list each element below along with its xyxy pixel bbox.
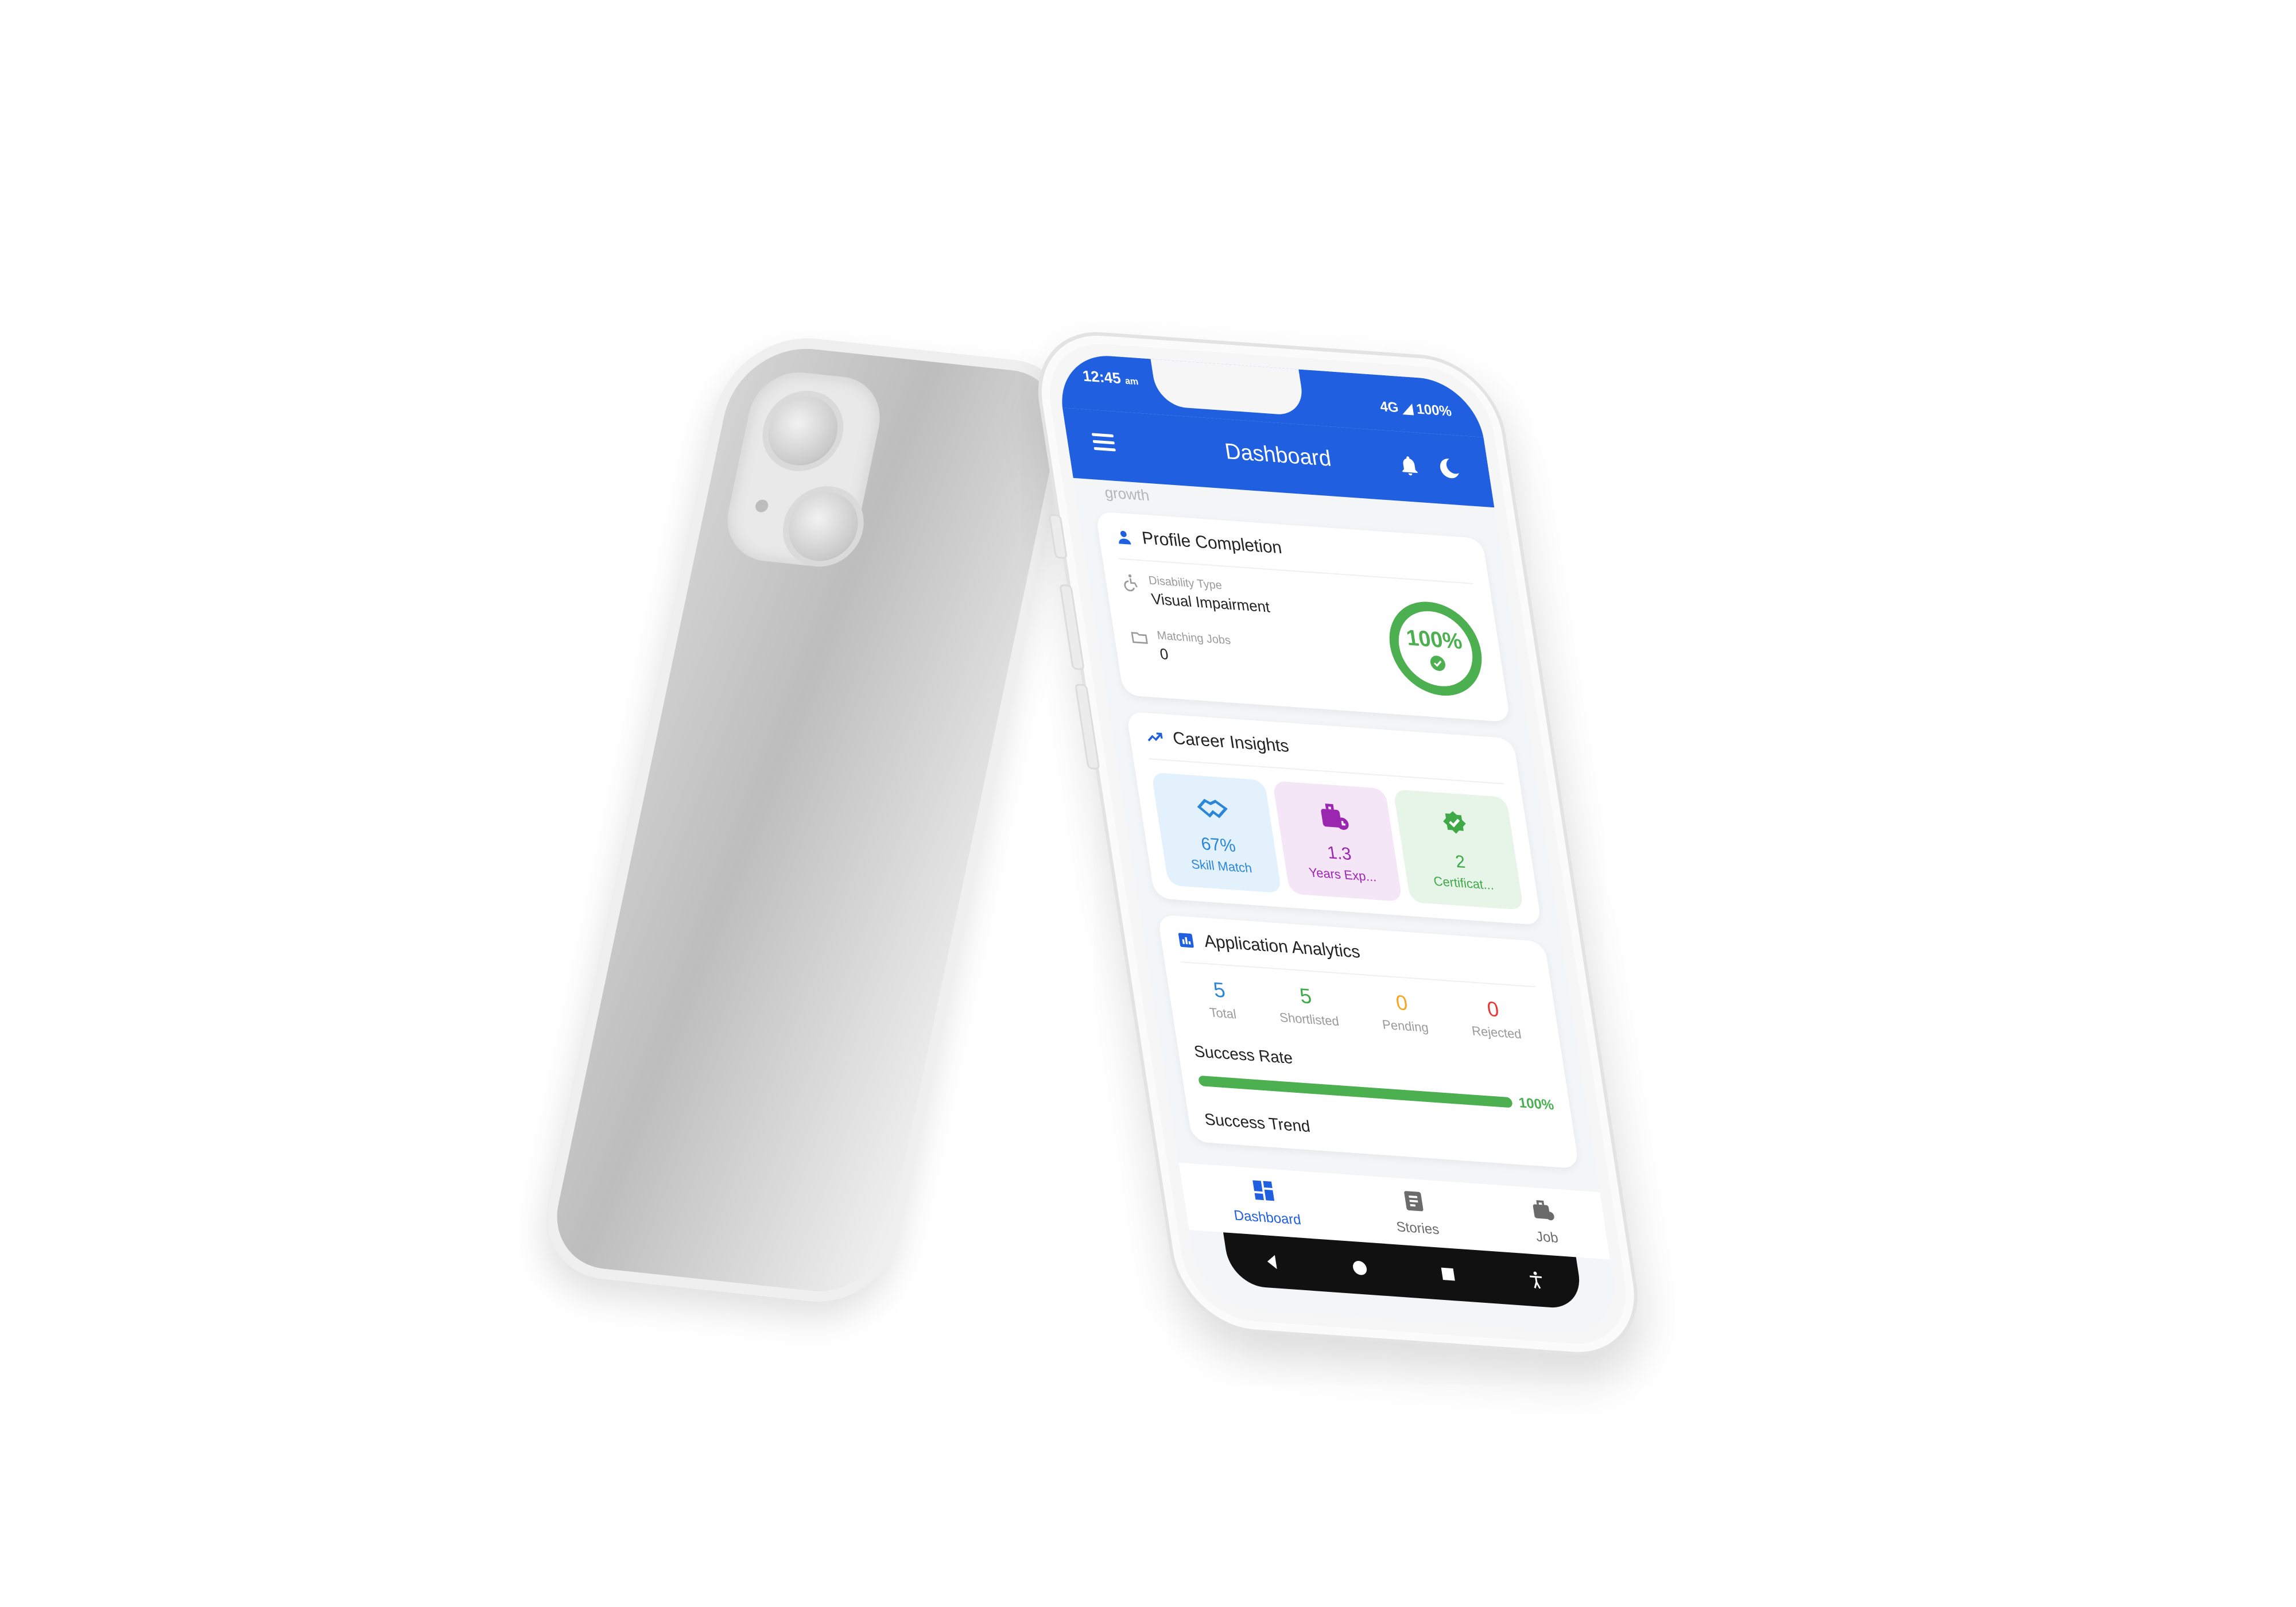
insights-grid: 67% Skill Match 1.3 Years Exp... 2 Certificat… (1151, 772, 1524, 910)
stories-icon (1404, 1191, 1424, 1212)
stat-label: Rejected (1471, 1023, 1523, 1042)
success-rate-percent: 100% (1517, 1094, 1556, 1113)
disability-row: Disability Type Visual Impairment (1120, 572, 1271, 616)
stat-value: 0 (1485, 996, 1501, 1022)
status-time-value: 12:45 (1081, 367, 1122, 387)
stat-label: Pending (1381, 1017, 1430, 1035)
success-rate-bar (1197, 1075, 1513, 1108)
profile-completion-card[interactable]: Profile Completion Disability Type Visua… (1095, 511, 1511, 723)
success-rate-fill (1197, 1075, 1513, 1108)
success-trend-label: Success Trend (1203, 1109, 1312, 1136)
insight-label: Skill Match (1190, 856, 1253, 876)
recents-icon[interactable] (1436, 1263, 1460, 1285)
profile-details: Disability Type Visual Impairment Matchi… (1120, 572, 1283, 692)
matching-jobs-label: Matching Jobs (1156, 629, 1232, 647)
stat-item: 0 Pending (1377, 989, 1430, 1035)
front-phone: 12:45 am 4G ◢ 100% Dashboard growth Prof… (1027, 327, 1649, 1361)
analytics-card-title: Application Analytics (1203, 931, 1362, 962)
back-icon[interactable] (1259, 1251, 1283, 1273)
job-icon (1533, 1200, 1554, 1221)
accessibility-shortcut-icon[interactable] (1524, 1269, 1548, 1291)
handshake-icon (1197, 798, 1228, 818)
insight-value: 67% (1200, 834, 1237, 856)
matching-jobs-value: 0 (1158, 645, 1170, 663)
status-time-suffix: am (1124, 376, 1139, 387)
nav-label: Dashboard (1232, 1207, 1302, 1228)
person-icon (1119, 530, 1131, 545)
insight-tile[interactable]: 67% Skill Match (1151, 772, 1282, 894)
insight-label: Years Exp... (1308, 865, 1378, 884)
moon-icon[interactable] (1436, 456, 1462, 481)
completion-percent: 100% (1405, 626, 1464, 654)
nav-label: Job (1534, 1228, 1560, 1247)
nav-item-stories[interactable]: Stories (1390, 1187, 1440, 1239)
insight-tile[interactable]: 1.3 Years Exp... (1272, 781, 1403, 902)
stat-value: 5 (1212, 977, 1227, 1003)
flash-icon (754, 499, 770, 513)
bar-chart-icon (1178, 933, 1194, 948)
nav-item-job[interactable]: Job (1529, 1197, 1561, 1247)
back-phone (534, 330, 1082, 1309)
home-icon[interactable] (1348, 1257, 1371, 1279)
briefcase-clock-icon (1321, 804, 1349, 830)
nav-label: Stories (1395, 1218, 1441, 1238)
phone-screen: 12:45 am 4G ◢ 100% Dashboard growth Prof… (1053, 352, 1622, 1336)
page-title: Dashboard (1223, 439, 1333, 472)
insight-label: Certificat... (1432, 874, 1495, 893)
stat-item: 5 Shortlisted (1274, 982, 1340, 1030)
nav-item-dashboard[interactable]: Dashboard (1228, 1175, 1302, 1229)
stat-value: 5 (1298, 983, 1313, 1008)
stat-item: 0 Rejected (1467, 995, 1523, 1042)
status-indicators: 4G ◢ 100% (1379, 398, 1453, 420)
verified-badge-icon (1442, 811, 1466, 834)
profile-card-title: Profile Completion (1141, 528, 1283, 558)
folder-icon (1131, 632, 1148, 644)
camera-lens-icon (755, 386, 851, 475)
completion-ring: 100% (1389, 601, 1482, 696)
insight-tile[interactable]: 2 Certificat... (1393, 789, 1524, 910)
stat-label: Shortlisted (1278, 1010, 1340, 1029)
application-analytics-card[interactable]: Application Analytics 5 Total 5 Shortlisted… (1157, 914, 1580, 1169)
analytics-stats: 5 Total 5 Shortlisted 0 Pending 0 Rejected (1182, 975, 1544, 1043)
stat-label: Total (1208, 1005, 1238, 1022)
insights-card-title: Career Insights (1171, 728, 1290, 756)
stat-value: 0 (1394, 990, 1410, 1015)
matching-jobs-row: Matching Jobs 0 (1129, 627, 1280, 671)
status-time: 12:45 am (1081, 367, 1139, 389)
stat-item: 5 Total (1204, 977, 1238, 1022)
profile-body: Disability Type Visual Impairment Matchi… (1120, 572, 1492, 707)
bell-icon[interactable] (1396, 452, 1423, 479)
dashboard-icon (1252, 1180, 1274, 1201)
insight-value: 2 (1454, 852, 1467, 872)
insight-value: 1.3 (1326, 843, 1353, 864)
trending-up-icon (1147, 732, 1163, 742)
accessibility-icon (1124, 574, 1138, 592)
career-insights-card[interactable]: Career Insights 67% Skill Match 1.3 Years E… (1126, 711, 1542, 926)
